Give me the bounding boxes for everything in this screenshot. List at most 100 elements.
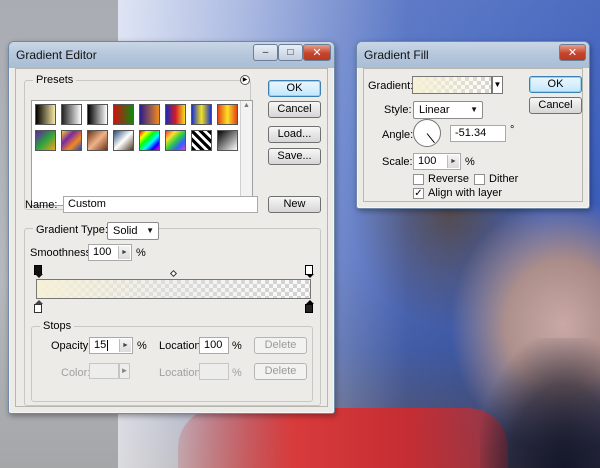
opacity-delete-button[interactable]: Delete xyxy=(254,337,307,354)
angle-input[interactable]: -51.34 xyxy=(450,125,506,142)
gradient-editor-window: Gradient Editor – □ ✕ Presets ▶ ▲ ▼ OK C… xyxy=(8,41,335,414)
ok-button[interactable]: OK xyxy=(529,76,582,93)
presets-list[interactable]: ▲ ▼ xyxy=(31,100,253,206)
name-label: Name: xyxy=(25,199,58,211)
gradient-fill-window: Gradient Fill ✕ Gradient: ▼ OK Cancel St… xyxy=(356,41,590,209)
color-delete-button[interactable]: Delete xyxy=(254,363,307,380)
presets-scrollbar[interactable]: ▲ ▼ xyxy=(240,101,252,205)
dither-checkbox[interactable] xyxy=(474,174,485,185)
gradient-type-select[interactable]: Solid ▼ xyxy=(107,222,159,240)
align-with-layer-checkbox[interactable]: ✓ xyxy=(413,188,424,199)
photo-shirt xyxy=(178,408,508,468)
close-icon: ✕ xyxy=(312,47,322,59)
gradient-picker-arrow-icon[interactable]: ▼ xyxy=(492,76,503,94)
blue-red-yellow-gradient-swatch[interactable] xyxy=(165,104,186,125)
maximize-icon: □ xyxy=(287,47,294,58)
copper-gradient-swatch[interactable] xyxy=(87,130,108,151)
opacity-input[interactable]: 15 ► xyxy=(89,337,133,354)
angle-dial-needle xyxy=(426,133,435,144)
name-input[interactable]: Custom xyxy=(63,196,258,213)
scroll-up-icon[interactable]: ▲ xyxy=(241,101,252,109)
dropdown-arrow-icon: ▼ xyxy=(146,226,154,235)
dropdown-arrow-icon: ▼ xyxy=(470,105,478,114)
transparent-stripes-gradient-swatch[interactable] xyxy=(191,130,212,151)
red-green-gradient-swatch[interactable] xyxy=(113,104,134,125)
style-value: Linear xyxy=(419,104,450,116)
gradient-fill-client: Gradient: ▼ OK Cancel Style: Linear ▼ An… xyxy=(363,68,583,202)
color-location-input[interactable] xyxy=(199,363,229,380)
presets-menu-icon[interactable]: ▶ xyxy=(240,75,250,85)
color-location-label: Location: xyxy=(159,367,204,379)
opacity-location-label: Location: xyxy=(159,340,204,352)
scale-percent: % xyxy=(465,156,475,168)
yellow-violet-orange-blue-gradient-swatch[interactable] xyxy=(61,130,82,151)
dither-label: Dither xyxy=(489,173,519,185)
gradient-type-value: Solid xyxy=(113,225,138,237)
load-button[interactable]: Load... xyxy=(268,126,321,143)
gradient-bar-fill xyxy=(37,280,310,298)
reverse-label: Reverse xyxy=(428,173,469,185)
gradient-fill-titlebar[interactable]: Gradient Fill ✕ xyxy=(357,42,589,68)
cancel-button[interactable]: Cancel xyxy=(268,101,321,118)
smoothness-percent: % xyxy=(136,247,146,259)
transparent-rainbow-gradient-swatch[interactable] xyxy=(165,130,186,151)
opacity-value: 15 xyxy=(94,339,107,351)
smoothness-stepper[interactable]: ► xyxy=(118,246,130,259)
color-stop-right[interactable] xyxy=(305,304,313,313)
new-button[interactable]: New xyxy=(268,196,321,213)
angle-label: Angle: xyxy=(382,129,414,141)
black-white-gradient-swatch[interactable] xyxy=(35,104,56,125)
gradient-bar[interactable] xyxy=(36,279,311,299)
opacity-location-input[interactable]: 100 xyxy=(199,337,229,354)
color-swatch-arrow-icon[interactable]: ► xyxy=(119,363,130,379)
scale-input[interactable]: 100 ► xyxy=(413,153,461,170)
opacity-label: Opacity: xyxy=(51,340,92,352)
gradient-fill-title: Gradient Fill xyxy=(364,48,429,62)
close-button[interactable]: ✕ xyxy=(303,44,331,61)
black-white-gradient-swatch[interactable] xyxy=(217,130,238,151)
style-select[interactable]: Linear ▼ xyxy=(413,101,483,119)
orange-yellow-orange-gradient-swatch[interactable] xyxy=(217,104,238,125)
gradient-preview[interactable] xyxy=(412,76,492,94)
minimize-icon: – xyxy=(262,47,269,58)
color-location-percent: % xyxy=(232,367,242,379)
gradient-label: Gradient: xyxy=(368,80,414,92)
opacity-stop-right-pointer xyxy=(306,274,314,278)
photo-tree xyxy=(480,338,600,468)
color-swatch[interactable] xyxy=(89,363,119,379)
opacity-stop-left-pointer xyxy=(35,274,43,278)
stops-label: Stops xyxy=(40,320,75,332)
gradient-type-label: Gradient Type: xyxy=(33,224,111,236)
opacity-location-percent: % xyxy=(232,340,242,352)
smoothness-input[interactable]: 100 ► xyxy=(88,244,132,261)
chrome-gradient-swatch[interactable] xyxy=(113,130,134,151)
save-button[interactable]: Save... xyxy=(268,148,321,165)
gradient-editor-title: Gradient Editor xyxy=(16,48,97,62)
scale-stepper[interactable]: ► xyxy=(447,155,459,168)
opacity-percent: % xyxy=(137,340,147,352)
opacity-stepper[interactable]: ► xyxy=(119,339,131,352)
gradient-editor-titlebar[interactable]: Gradient Editor – □ ✕ xyxy=(9,42,334,68)
violet-green-orange-gradient-swatch[interactable] xyxy=(35,130,56,151)
style-label: Style: xyxy=(384,104,412,116)
ok-button[interactable]: OK xyxy=(268,80,321,97)
maximize-button[interactable]: □ xyxy=(278,44,303,61)
fg-transparent-gradient-swatch[interactable] xyxy=(61,104,82,125)
close-button[interactable]: ✕ xyxy=(559,44,586,61)
black-white-gradient-swatch[interactable] xyxy=(87,104,108,125)
angle-dial[interactable] xyxy=(413,119,441,147)
text-cursor xyxy=(107,339,109,351)
presets-label: Presets xyxy=(33,74,77,86)
gradient-editor-client: Presets ▶ ▲ ▼ OK Cancel Load... Save... … xyxy=(15,68,328,407)
cancel-button[interactable]: Cancel xyxy=(529,97,582,114)
scale-label: Scale: xyxy=(382,156,413,168)
color-stop-left[interactable] xyxy=(34,304,42,313)
check-icon: ✓ xyxy=(414,188,423,199)
violet-orange-gradient-swatch[interactable] xyxy=(139,104,160,125)
smoothness-value: 100 xyxy=(93,246,112,258)
spectrum-gradient-swatch[interactable] xyxy=(139,130,160,151)
reverse-checkbox[interactable] xyxy=(413,174,424,185)
minimize-button[interactable]: – xyxy=(253,44,278,61)
angle-degree: ° xyxy=(510,124,515,136)
blue-yellow-blue-gradient-swatch[interactable] xyxy=(191,104,212,125)
